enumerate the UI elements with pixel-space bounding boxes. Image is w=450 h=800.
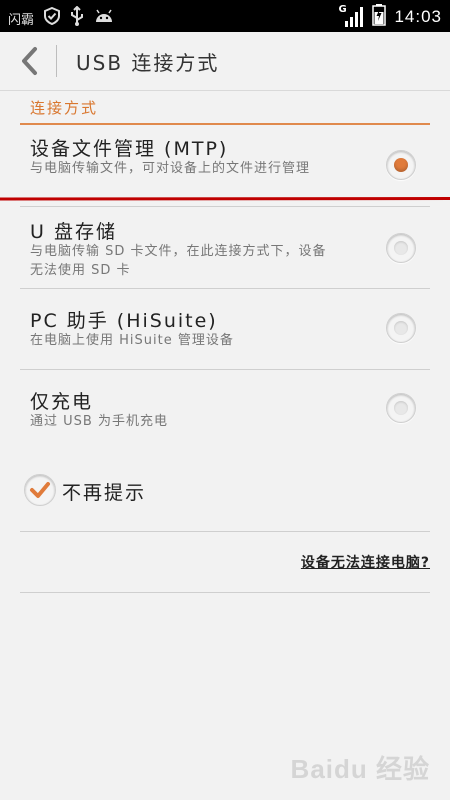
help-link[interactable]: 设备无法连接电脑? [301,552,430,572]
section-title: 连接方式 [30,99,99,117]
option-title: 仅充电 [30,391,94,413]
option-description: 在电脑上使用 HiSuite 管理设备 [30,333,234,348]
status-bar-right: G 14:03 [338,4,442,30]
option-title: 设备文件管理 (MTP) [30,138,229,160]
option-description: 与电脑传输 SD 卡文件，在此连接方式下，设备无法使用 SD 卡 [30,244,327,278]
radio-dot [394,321,408,335]
option-hisuite[interactable]: PC 助手 (HiSuite) 在电脑上使用 HiSuite 管理设备 [20,289,430,368]
android-icon [94,8,114,28]
battery-icon [372,4,387,30]
radio-dot [394,158,408,172]
section-divider [20,123,430,125]
dont-show-again-checkbox[interactable] [24,474,56,506]
annotation-underline [0,197,450,201]
radio-button-hisuite[interactable] [386,313,416,343]
checkbox-label: 不再提示 [62,482,147,504]
option-title: PC 助手 (HiSuite) [30,310,218,332]
row-divider [20,592,430,593]
status-bar-left: 闪霸 [8,5,114,30]
option-description: 与电脑传输文件，可对设备上的文件进行管理 [30,161,311,176]
radio-button-charge-only[interactable] [386,393,416,423]
option-mtp[interactable]: 设备文件管理 (MTP) 与电脑传输文件，可对设备上的文件进行管理 [20,126,430,200]
page-title: USB 连接方式 [76,51,220,75]
back-button[interactable] [14,44,44,78]
watermark: Baidu 经验 [290,754,430,784]
radio-button-usb-storage[interactable] [386,233,416,263]
option-charge-only[interactable]: 仅充电 通过 USB 为手机充电 [20,370,430,449]
checkmark-icon [30,482,50,498]
dont-show-again-row[interactable]: 不再提示 [20,470,430,510]
shield-icon [44,6,61,29]
clock: 14:03 [394,7,442,26]
radio-button-mtp[interactable] [386,150,416,180]
action-bar: USB 连接方式 [0,32,450,91]
option-description: 通过 USB 为手机充电 [30,414,168,429]
option-title: U 盘存储 [30,221,117,243]
action-bar-divider [56,45,57,77]
signal-icon: G [338,4,364,28]
usb-icon [70,5,84,30]
row-divider [20,531,430,532]
chevron-left-icon [22,47,37,75]
radio-dot [394,401,408,415]
radio-dot [394,241,408,255]
carrier-label: 闪霸 [8,12,35,28]
option-usb-storage[interactable]: U 盘存储 与电脑传输 SD 卡文件，在此连接方式下，设备无法使用 SD 卡 [20,207,430,287]
status-bar: 闪霸 G 14:03 [0,0,450,32]
